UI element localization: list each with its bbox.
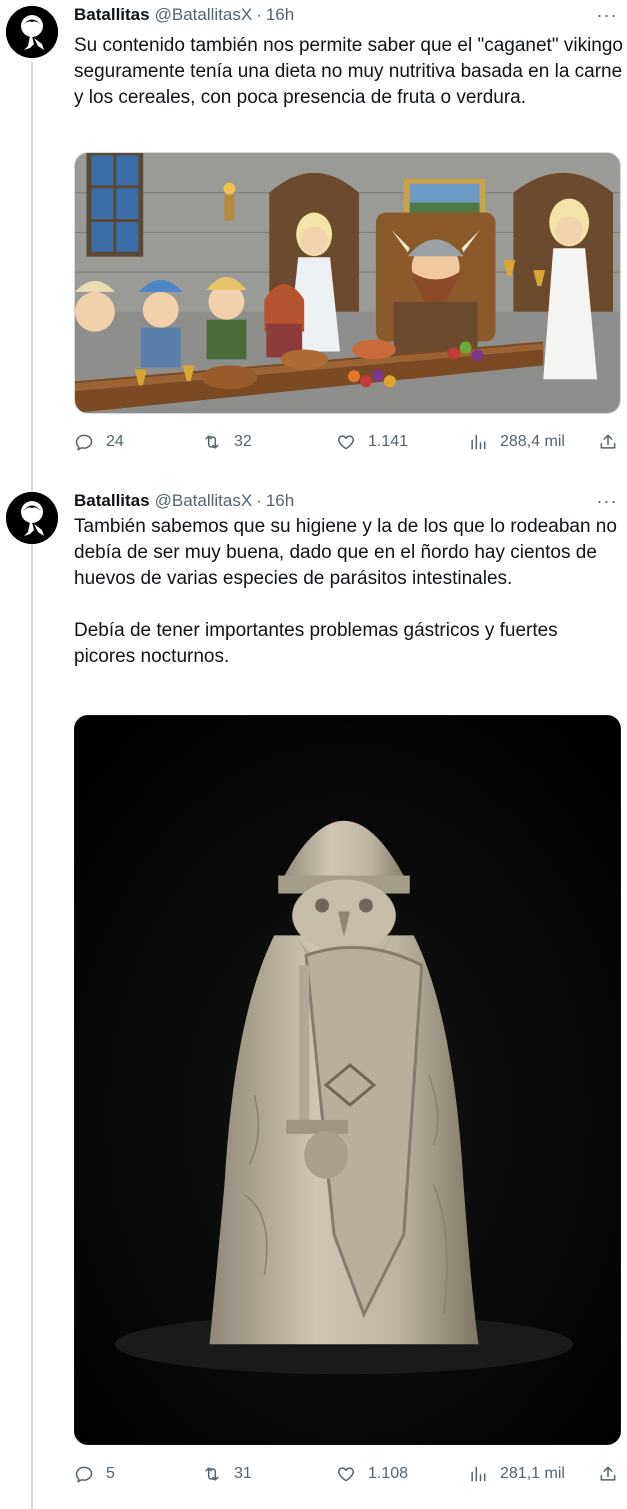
viking-feast-illustration xyxy=(75,153,620,413)
author-name[interactable]: Batallitas xyxy=(74,5,150,25)
retweet-count: 32 xyxy=(234,433,252,450)
timestamp[interactable]: 16h xyxy=(266,5,294,25)
avatar-logo-icon xyxy=(6,6,58,58)
tweet-text: También sabemos que su higiene y la de l… xyxy=(74,514,624,670)
view-count: 281,1 mil xyxy=(500,1465,565,1482)
tweet-text: Su contenido también nos permite saber q… xyxy=(74,33,624,111)
avatar[interactable] xyxy=(6,6,58,58)
timestamp[interactable]: 16h xyxy=(266,491,294,511)
separator: · xyxy=(256,5,262,24)
heart-icon xyxy=(337,1467,355,1482)
reply-icon xyxy=(75,434,93,451)
separator: · xyxy=(256,491,262,510)
tweet[interactable]: Batallitas @BatallitasX · 16h ··· Su con… xyxy=(0,0,627,470)
retweet-button[interactable]: 31 xyxy=(202,1459,252,1489)
more-options-icon[interactable]: ··· xyxy=(595,490,619,512)
like-button[interactable]: 1.108 xyxy=(336,1459,408,1489)
views-icon xyxy=(471,1466,486,1482)
like-button[interactable]: 1.141 xyxy=(336,427,408,457)
more-options-icon[interactable]: ··· xyxy=(595,4,619,26)
reply-icon xyxy=(75,1466,93,1483)
share-icon xyxy=(600,1466,616,1481)
views-icon xyxy=(471,434,486,450)
heart-icon xyxy=(337,435,355,450)
like-count: 1.141 xyxy=(368,433,409,450)
retweet-count: 31 xyxy=(234,1465,252,1482)
avatar[interactable] xyxy=(6,492,58,544)
tweet-paragraph: Debía de tener importantes problemas gás… xyxy=(74,620,558,667)
tweet-header: Batallitas @BatallitasX · 16h xyxy=(74,4,294,26)
author-name[interactable]: Batallitas xyxy=(74,491,150,511)
tweet-actions: 24 32 1.141 288,4 mil xyxy=(74,427,624,457)
reply-button[interactable]: 24 xyxy=(74,427,124,457)
tweet-image[interactable] xyxy=(74,152,621,414)
share-icon xyxy=(600,434,616,449)
avatar-logo-icon xyxy=(6,492,58,544)
tweet-paragraph: También sabemos que su higiene y la de l… xyxy=(74,516,617,589)
retweet-button[interactable]: 32 xyxy=(202,427,252,457)
reply-count: 24 xyxy=(106,433,124,450)
tweet-header: Batallitas @BatallitasX · 16h xyxy=(74,490,294,512)
tweet-image[interactable] xyxy=(74,715,621,1445)
retweet-icon xyxy=(205,435,219,449)
tweet[interactable]: Batallitas @BatallitasX · 16h ··· Tambié… xyxy=(0,486,627,1509)
views-button[interactable]: 281,1 mil xyxy=(468,1459,565,1489)
retweet-icon xyxy=(205,1467,219,1481)
reply-button[interactable]: 5 xyxy=(74,1459,115,1489)
author-handle[interactable]: @BatallitasX xyxy=(155,491,253,511)
view-count: 288,4 mil xyxy=(500,433,565,450)
reply-count: 5 xyxy=(106,1465,115,1482)
like-count: 1.108 xyxy=(368,1465,409,1482)
views-button[interactable]: 288,4 mil xyxy=(468,427,565,457)
tweet-paragraph: Su contenido también nos permite saber q… xyxy=(74,35,623,108)
share-button[interactable] xyxy=(598,427,618,457)
share-button[interactable] xyxy=(598,1459,618,1489)
tweet-actions: 5 31 1.108 281,1 mil xyxy=(74,1459,624,1489)
chess-piece-photo xyxy=(75,716,620,1444)
author-handle[interactable]: @BatallitasX xyxy=(155,5,253,25)
